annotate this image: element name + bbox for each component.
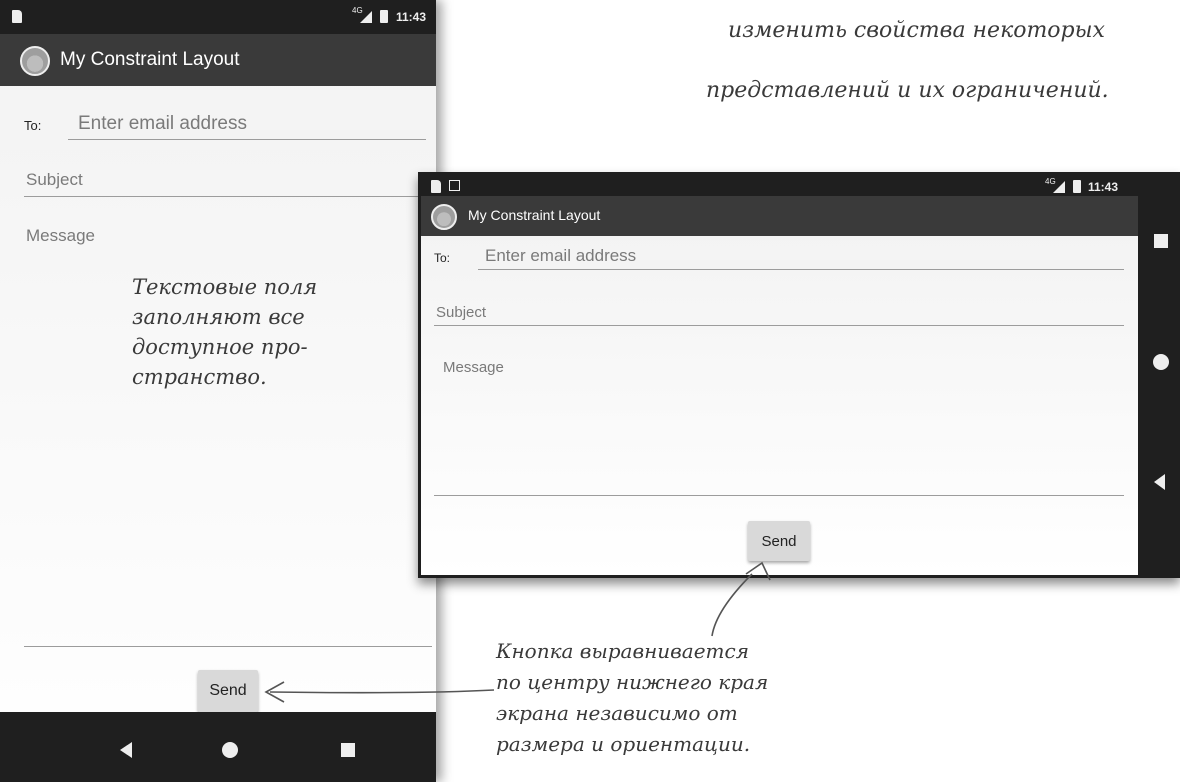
annotation-arrows (264, 561, 771, 703)
arrow-to-portrait-send (269, 689, 495, 694)
arrow-to-landscape-send (711, 573, 753, 637)
